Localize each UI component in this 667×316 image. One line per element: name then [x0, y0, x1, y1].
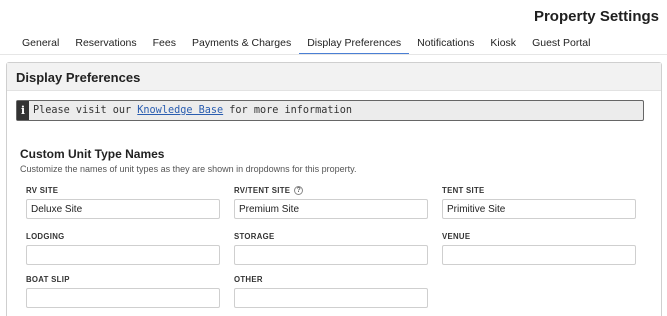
other-label: OTHER: [234, 274, 263, 284]
storage-label: STORAGE: [234, 231, 275, 241]
info-suffix: for more information: [223, 105, 352, 116]
rv-tent-site-label-text: RV/TENT SITE: [234, 185, 291, 195]
boat-slip-input[interactable]: [26, 288, 220, 308]
storage-field: STORAGE: [234, 231, 428, 265]
info-text: Please visit our Knowledge Base for more…: [29, 105, 352, 116]
rv-site-input[interactable]: [26, 199, 220, 219]
tab-kiosk[interactable]: Kiosk: [482, 36, 524, 55]
tab-fees[interactable]: Fees: [145, 36, 184, 55]
tab-general[interactable]: General: [14, 36, 67, 55]
info-icon: i: [17, 101, 29, 120]
section-title: Custom Unit Type Names: [20, 147, 165, 161]
tab-reservations[interactable]: Reservations: [67, 36, 144, 55]
tent-site-input[interactable]: [442, 199, 636, 219]
info-prefix: Please visit our: [33, 105, 138, 116]
rv-tent-site-field: RV/TENT SITE?: [234, 185, 428, 219]
other-field: OTHER: [234, 274, 428, 308]
tab-payments-charges[interactable]: Payments & Charges: [184, 36, 299, 55]
knowledge-base-link[interactable]: Knowledge Base: [137, 105, 223, 116]
boat-slip-label: BOAT SLIP: [26, 274, 70, 284]
venue-input[interactable]: [442, 245, 636, 265]
lodging-field: LODGING: [26, 231, 220, 265]
info-banner: i Please visit our Knowledge Base for mo…: [16, 100, 644, 121]
lodging-input[interactable]: [26, 245, 220, 265]
venue-label: VENUE: [442, 231, 471, 241]
other-input[interactable]: [234, 288, 428, 308]
settings-tabs: General Reservations Fees Payments & Cha…: [14, 36, 598, 55]
boat-slip-field: BOAT SLIP: [26, 274, 220, 308]
tab-guest-portal[interactable]: Guest Portal: [524, 36, 598, 55]
help-icon[interactable]: ?: [294, 185, 304, 195]
rv-site-field: RV SITE: [26, 185, 220, 219]
storage-input[interactable]: [234, 245, 428, 265]
tabs-divider: [0, 54, 667, 55]
venue-field: VENUE: [442, 231, 636, 265]
lodging-label: LODGING: [26, 231, 65, 241]
tent-site-label: TENT SITE: [442, 185, 485, 195]
rv-tent-site-input[interactable]: [234, 199, 428, 219]
tent-site-field: TENT SITE: [442, 185, 636, 219]
section-description: Customize the names of unit types as the…: [20, 164, 357, 174]
tab-display-preferences[interactable]: Display Preferences: [299, 36, 410, 55]
rv-tent-site-label: RV/TENT SITE?: [234, 185, 428, 195]
page-title: Property Settings: [533, 8, 659, 25]
panel-title: Display Preferences: [16, 70, 141, 85]
tab-notifications[interactable]: Notifications: [409, 36, 482, 55]
panel-header: Display Preferences: [7, 63, 661, 91]
rv-site-label: RV SITE: [26, 185, 59, 195]
display-preferences-panel: Display Preferences i Please visit our K…: [6, 62, 662, 316]
